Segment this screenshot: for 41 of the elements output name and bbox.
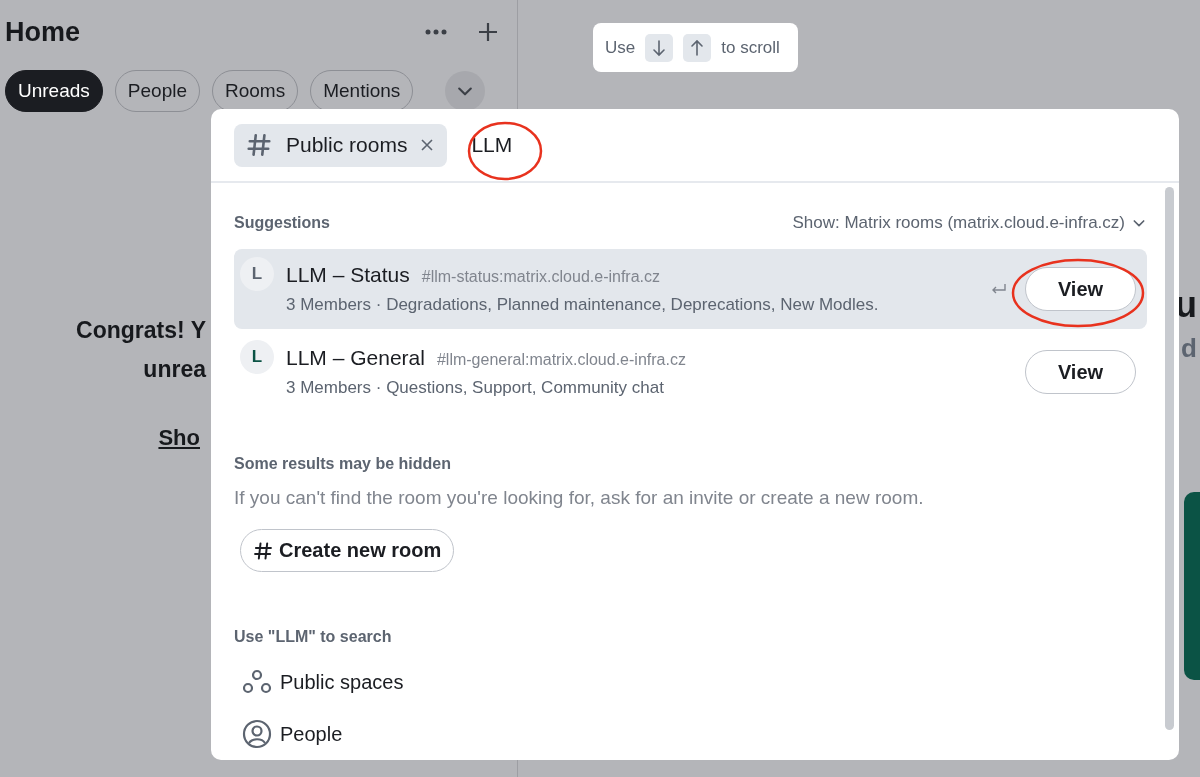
add-icon[interactable] (477, 21, 499, 43)
room-description: 3 Members · Degradations, Planned maintenance, Deprecations, New Modles. (286, 295, 880, 315)
section-heading: Some results may be hidden (234, 455, 452, 473)
filter-label: Public rooms (286, 133, 408, 157)
arrow-up-key-icon (683, 33, 712, 62)
room-alias: #llm-status:matrix.cloud.e-infra.cz (421, 268, 661, 286)
room-alias: #llm-general:matrix.cloud.e-infra.cz (436, 351, 686, 369)
more-options-icon[interactable] (425, 29, 447, 35)
user-icon (242, 719, 272, 749)
room-avatar: L (240, 257, 274, 291)
hint-text: to scroll (721, 37, 780, 58)
filter-chip[interactable]: Unreads (5, 70, 103, 112)
show-filter-dropdown[interactable]: Show: Matrix rooms (matrix.cloud.e-infra.cz) (792, 213, 1147, 233)
section-heading: Suggestions (234, 214, 330, 232)
room-avatar: L (240, 340, 274, 374)
empty-state-heading: unrea (143, 356, 206, 383)
room-name: LLM – General (286, 346, 425, 370)
create-room-button[interactable]: Create new room (240, 529, 455, 572)
room-name: LLM – Status (286, 263, 410, 287)
view-button[interactable]: View (1025, 350, 1136, 394)
arrow-down-key-icon (645, 33, 674, 62)
room-result[interactable]: L LLM – General #llm-general:matrix.cloud.e-infra.cz 3 Members · Questions, Support, Community chat View (234, 332, 1147, 412)
circles-icon (242, 668, 272, 696)
search-option[interactable]: Public spaces (234, 656, 1147, 708)
expand-filters-button[interactable] (445, 71, 486, 111)
hash-icon (246, 132, 272, 158)
room-result[interactable]: L LLM – Status #llm-status:matrix.cloud.e-infra.cz 3 Members · Degradations, Planned maintenance, Deprecations, New Modles. View (234, 249, 1147, 329)
show-link[interactable]: Sho (158, 425, 200, 451)
enter-key-icon (991, 283, 1007, 295)
section-heading: Use "LLM" to search (234, 628, 393, 646)
close-icon[interactable] (421, 139, 434, 151)
empty-state-heading: Congrats! Y (76, 317, 206, 344)
view-button[interactable]: View (1025, 267, 1136, 311)
hash-icon (253, 540, 273, 561)
hint-text: Use (605, 37, 636, 58)
scrollbar[interactable] (1165, 187, 1174, 730)
hint-paragraph: If you can't find the room you're looking for, ask for an invite or create a new room. (234, 487, 925, 509)
room-description: 3 Members · Questions, Support, Community chat (286, 378, 665, 398)
heading-fragment: d (1181, 332, 1197, 366)
search-option[interactable]: People (234, 708, 1147, 760)
page-title: Home (5, 16, 81, 48)
